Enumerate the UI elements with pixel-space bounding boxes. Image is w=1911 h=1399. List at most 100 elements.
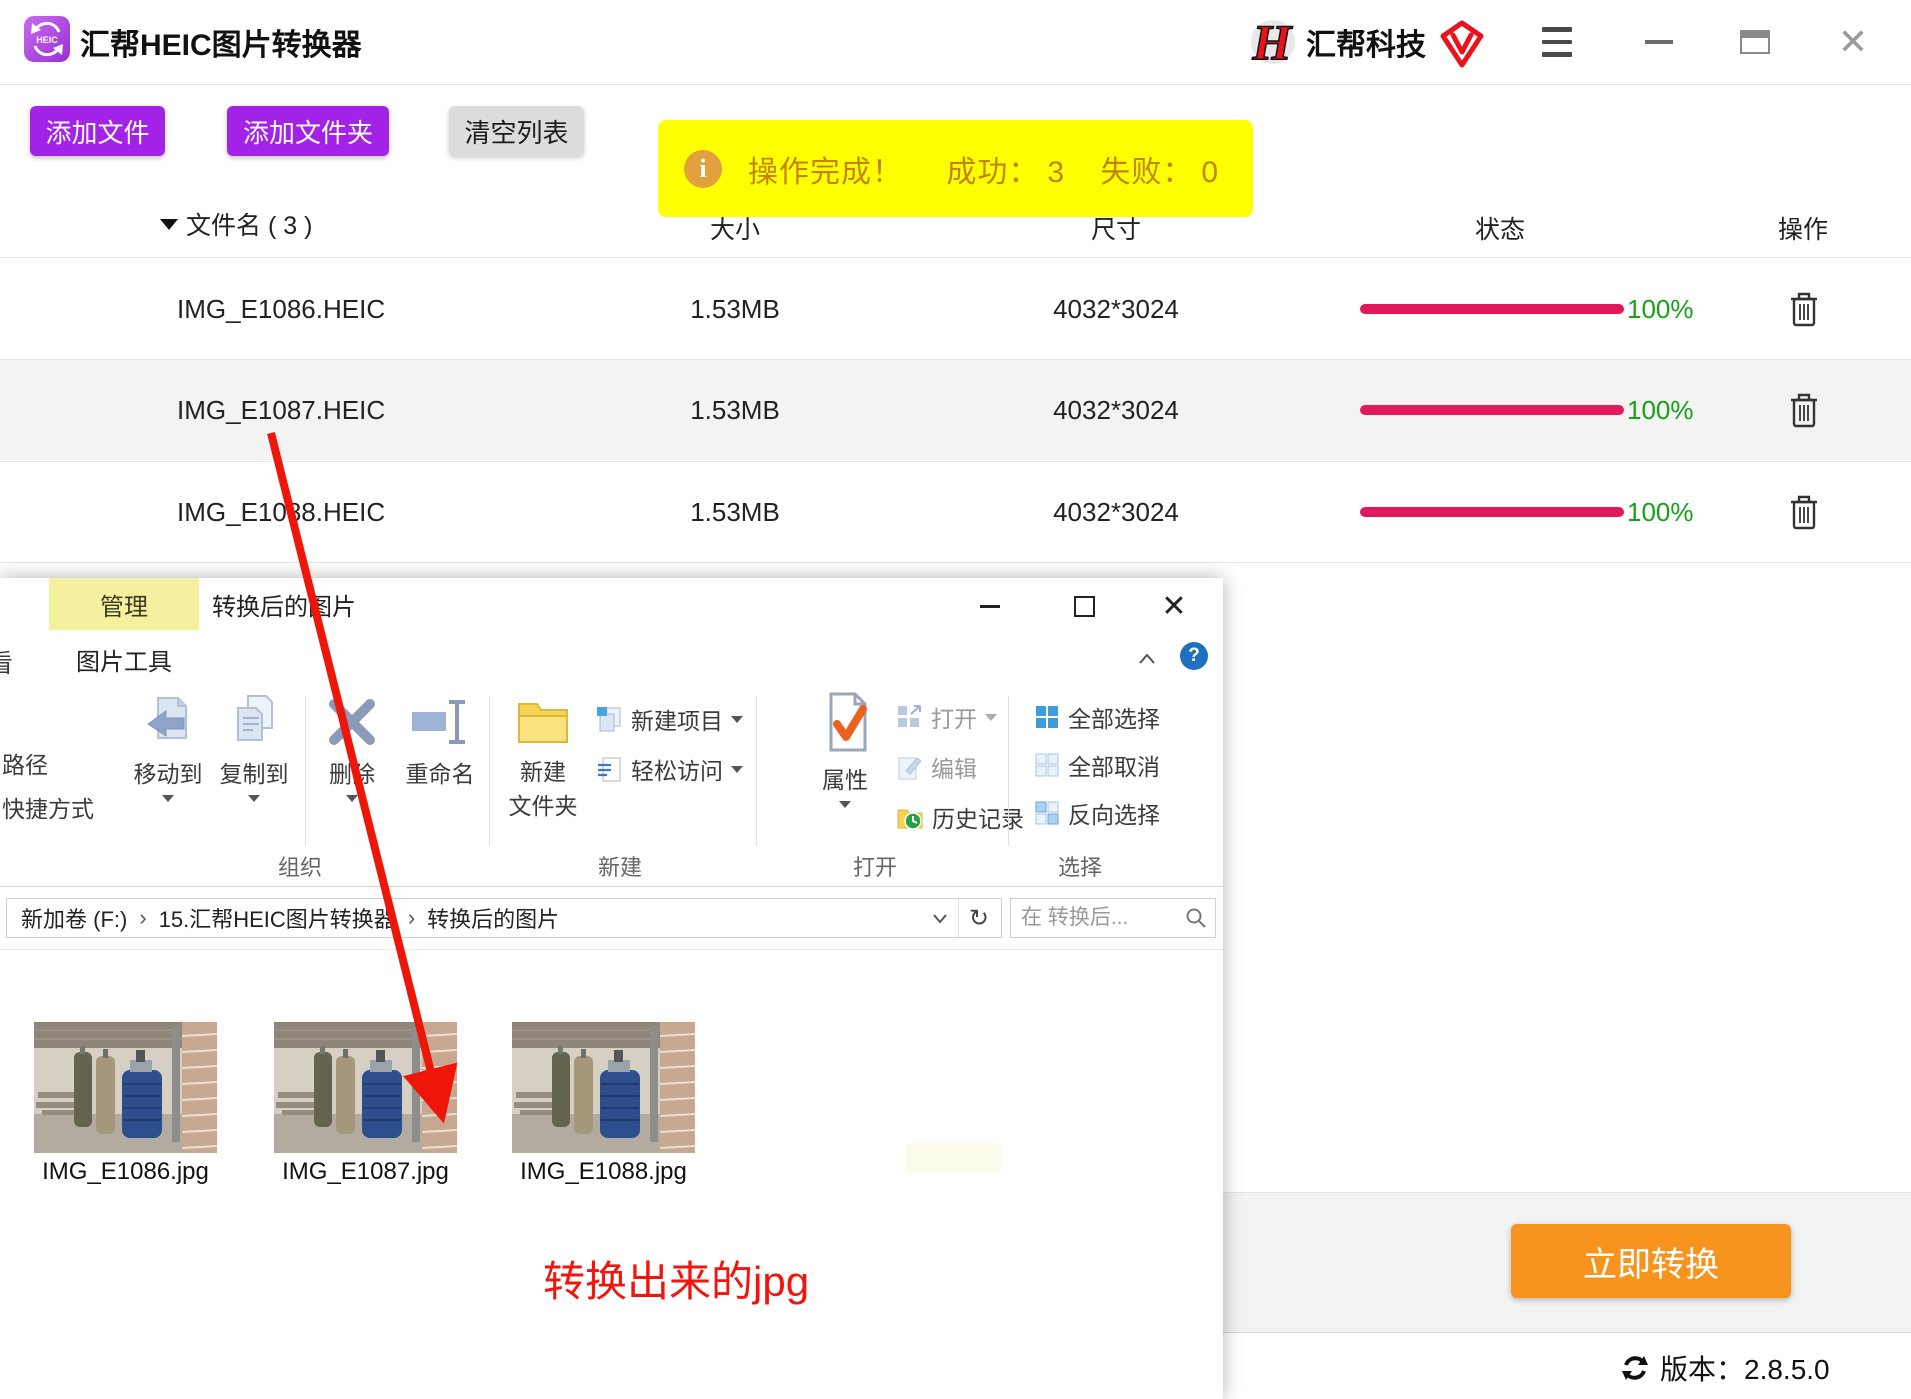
- ribbon-select-none-button[interactable]: 全部取消: [1034, 748, 1160, 782]
- search-box[interactable]: [1010, 898, 1216, 938]
- ribbon-copy-to-button[interactable]: 复制到: [214, 694, 294, 807]
- ribbon-group-organize: 组织: [277, 855, 322, 880]
- dropdown-caret-icon: [985, 713, 997, 721]
- screen: HEIC 汇帮HEIC图片转换器 H 汇帮科技 ✕ 添加文件 添加文件夹 清空列…: [0, 0, 1911, 1399]
- vip-badge-icon: [1440, 20, 1484, 73]
- trash-icon: [1791, 393, 1817, 428]
- breadcrumb-separator: ›: [139, 905, 147, 930]
- svg-text:H: H: [1252, 14, 1294, 70]
- file-name: IMG_E1088.jpg: [520, 1158, 687, 1185]
- dropdown-caret-icon: [248, 795, 260, 802]
- photo-thumbnail-cylinders: [34, 1022, 218, 1153]
- open-icon: [898, 704, 921, 727]
- dropdown-caret-icon: [839, 801, 851, 808]
- ribbon-rename-button[interactable]: 重命名: [394, 694, 486, 789]
- table-row: IMG_E1086.HEIC 1.53MB 4032*3024 100%: [0, 258, 1911, 359]
- column-header-action: 操作: [1777, 216, 1828, 244]
- ribbon-group-new: 新建: [597, 855, 642, 880]
- ribbon-new-folder-button[interactable]: 新建 文件夹: [500, 694, 586, 821]
- ribbon-select-all-button[interactable]: 全部选择: [1034, 700, 1160, 734]
- dropdown-caret-icon: [731, 765, 743, 773]
- ribbon-properties-button[interactable]: 属性: [800, 690, 890, 813]
- file-thumbnail[interactable]: IMG_E1088.jpg: [512, 1022, 696, 1186]
- search-input[interactable]: [1019, 905, 1173, 931]
- column-header-filename[interactable]: 文件名 ( 3 ): [160, 206, 312, 242]
- table-row: IMG_E1088.HEIC 1.53MB 4032*3024 100%: [0, 461, 1911, 562]
- ribbon-history-button[interactable]: 历史记录: [896, 800, 1024, 834]
- refresh-button[interactable]: ↻: [969, 904, 989, 933]
- svg-text:HEIC: HEIC: [36, 35, 58, 45]
- history-icon: [897, 809, 923, 830]
- select-none-icon: [1035, 753, 1059, 777]
- move-to-icon: [147, 697, 187, 739]
- add-folder-button[interactable]: 添加文件夹: [227, 106, 389, 156]
- faint-watermark: [905, 1143, 1001, 1173]
- file-name: IMG_E1087.jpg: [282, 1158, 449, 1185]
- convert-now-button[interactable]: 立即转换: [1511, 1224, 1791, 1298]
- file-thumbnail[interactable]: IMG_E1087.jpg: [274, 1022, 458, 1186]
- address-bar: 新加卷 (F:) › 15.汇帮HEIC图片转换器 › 转换后的图片 ↻: [0, 887, 1223, 950]
- annotation-text: 转换出来的jpg: [543, 1258, 810, 1305]
- explorer-maximize-button[interactable]: [1062, 588, 1106, 624]
- brand-name: 汇帮科技: [1306, 29, 1426, 62]
- explorer-close-button[interactable]: ✕: [1152, 588, 1196, 624]
- app-titlebar: HEIC 汇帮HEIC图片转换器 H 汇帮科技 ✕: [0, 0, 1911, 85]
- add-file-button[interactable]: 添加文件: [30, 106, 165, 156]
- update-check-icon[interactable]: [1620, 1353, 1650, 1383]
- info-icon: i: [684, 149, 722, 188]
- clear-list-button[interactable]: 清空列表: [449, 106, 584, 156]
- ribbon-move-to-button[interactable]: 移动到: [128, 694, 208, 807]
- breadcrumb-item[interactable]: 新加卷 (F:): [21, 902, 127, 934]
- toast-banner: i 操作完成！ 成功： 3 失败： 0: [658, 120, 1253, 217]
- explorer-tab-picture-tools[interactable]: 图片工具: [49, 630, 199, 688]
- new-folder-icon: [518, 703, 568, 743]
- ribbon-cut-copy-path[interactable]: 路径: [2, 746, 48, 780]
- version-label: 版本：2.8.5.0: [1660, 1354, 1830, 1385]
- photo-thumbnail-cylinders: [274, 1022, 458, 1153]
- search-icon: [1186, 908, 1206, 928]
- ribbon: 路径 快捷方式 移动到 复制到 删除 重命名 新建 文件夹 新建项目 轻松访问 …: [0, 688, 1223, 887]
- app-logo-icon: HEIC: [24, 16, 70, 67]
- toast-success-label: 成功：: [946, 155, 1040, 189]
- ribbon-delete-button[interactable]: 删除: [316, 694, 388, 807]
- ribbon-new-item-button[interactable]: 新建项目: [596, 702, 743, 736]
- toast-fail-value: 0: [1201, 155, 1220, 189]
- ribbon-cut-paste-shortcut[interactable]: 快捷方式: [2, 790, 94, 824]
- file-name: IMG_E1086.jpg: [42, 1158, 209, 1185]
- explorer-minimize-button[interactable]: [968, 588, 1012, 624]
- toast-success-value: 3: [1047, 155, 1066, 189]
- maximize-button[interactable]: [1738, 23, 1772, 61]
- explorer-tab-view-partial: 看: [0, 650, 14, 678]
- dropdown-caret-icon: [162, 795, 174, 802]
- column-header-status: 状态: [1474, 216, 1525, 244]
- new-item-icon: [597, 706, 621, 731]
- minimize-icon: [1645, 40, 1673, 44]
- delete-row-button[interactable]: [1788, 391, 1820, 434]
- ribbon-group-open: 打开: [852, 855, 897, 880]
- delete-row-button[interactable]: [1788, 493, 1820, 536]
- dropdown-caret-icon: [731, 715, 743, 723]
- ribbon-easy-access-button[interactable]: 轻松访问: [596, 752, 743, 786]
- progress-bar: [1360, 507, 1624, 517]
- close-icon: ✕: [1837, 21, 1869, 62]
- photo-thumbnail-cylinders: [512, 1022, 696, 1153]
- breadcrumb-item[interactable]: 转换后的图片: [427, 902, 559, 934]
- delete-icon: [329, 699, 375, 745]
- close-button[interactable]: ✕: [1836, 23, 1870, 61]
- ribbon-collapse-icon[interactable]: [1138, 652, 1156, 670]
- address-dropdown-icon[interactable]: [932, 913, 948, 924]
- menu-icon[interactable]: [1540, 23, 1574, 61]
- breadcrumb[interactable]: 新加卷 (F:) › 15.汇帮HEIC图片转换器 › 转换后的图片 ↻: [6, 898, 1002, 938]
- trash-icon: [1791, 495, 1817, 530]
- minimize-button[interactable]: [1642, 23, 1676, 61]
- breadcrumb-item[interactable]: 15.汇帮HEIC图片转换器: [159, 902, 396, 934]
- delete-row-button[interactable]: [1788, 290, 1820, 333]
- ribbon-edit-button: 编辑: [896, 750, 977, 784]
- brand-logo-icon: H: [1245, 13, 1299, 77]
- explorer-tab-manage[interactable]: 管理: [49, 578, 199, 630]
- help-button[interactable]: ?: [1180, 642, 1208, 670]
- breadcrumb-separator: ›: [407, 905, 416, 930]
- ribbon-open-button: 打开: [896, 700, 997, 734]
- file-thumbnail[interactable]: IMG_E1086.jpg: [34, 1022, 218, 1186]
- ribbon-invert-selection-button[interactable]: 反向选择: [1034, 796, 1160, 830]
